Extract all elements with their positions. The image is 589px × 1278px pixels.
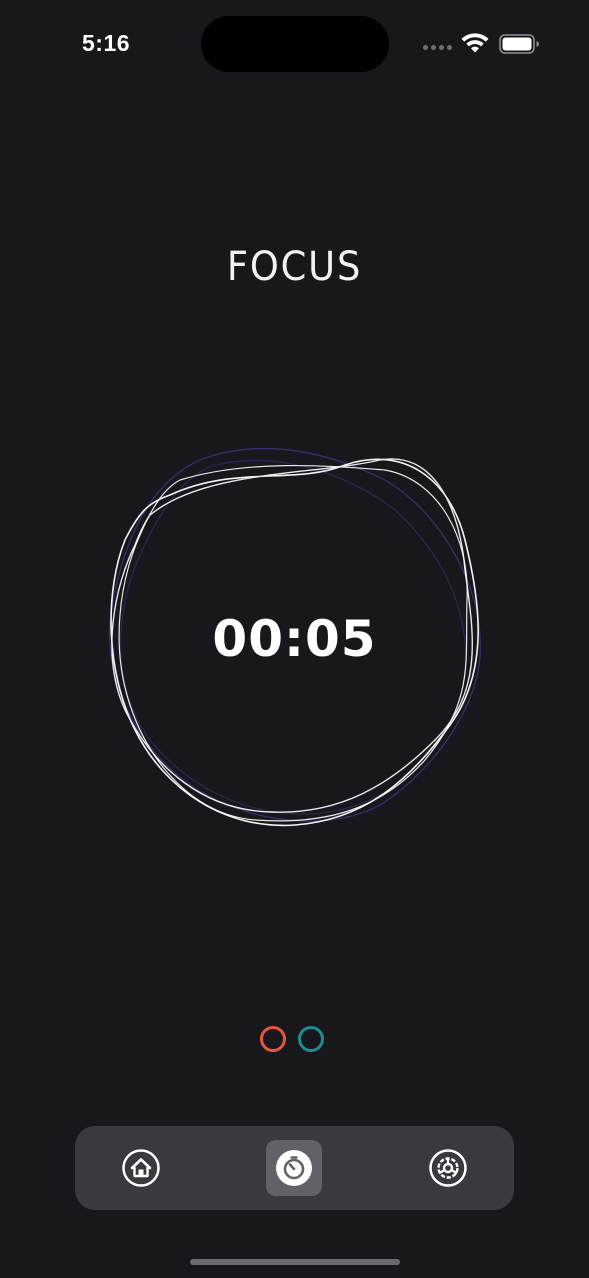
wifi-icon xyxy=(461,33,489,53)
timer-readout: 00:05 xyxy=(212,610,377,668)
session-dot-2 xyxy=(298,1026,324,1052)
battery-icon xyxy=(499,34,539,54)
timer-icon xyxy=(276,1150,312,1186)
signal-dots-icon xyxy=(423,45,453,51)
tab-settings[interactable] xyxy=(420,1140,476,1196)
home-indicator[interactable] xyxy=(190,1259,400,1265)
tab-bar xyxy=(75,1126,514,1210)
home-icon xyxy=(122,1149,160,1187)
session-dot-1 xyxy=(260,1026,286,1052)
status-time: 5:16 xyxy=(82,30,131,56)
session-indicators xyxy=(258,1026,332,1060)
gear-icon xyxy=(429,1149,467,1187)
tab-home[interactable] xyxy=(113,1140,169,1196)
tab-timer[interactable] xyxy=(266,1140,322,1196)
status-bar: 5:16 xyxy=(0,0,589,90)
dynamic-island xyxy=(201,16,389,72)
page-title: FOCUS xyxy=(226,244,363,290)
